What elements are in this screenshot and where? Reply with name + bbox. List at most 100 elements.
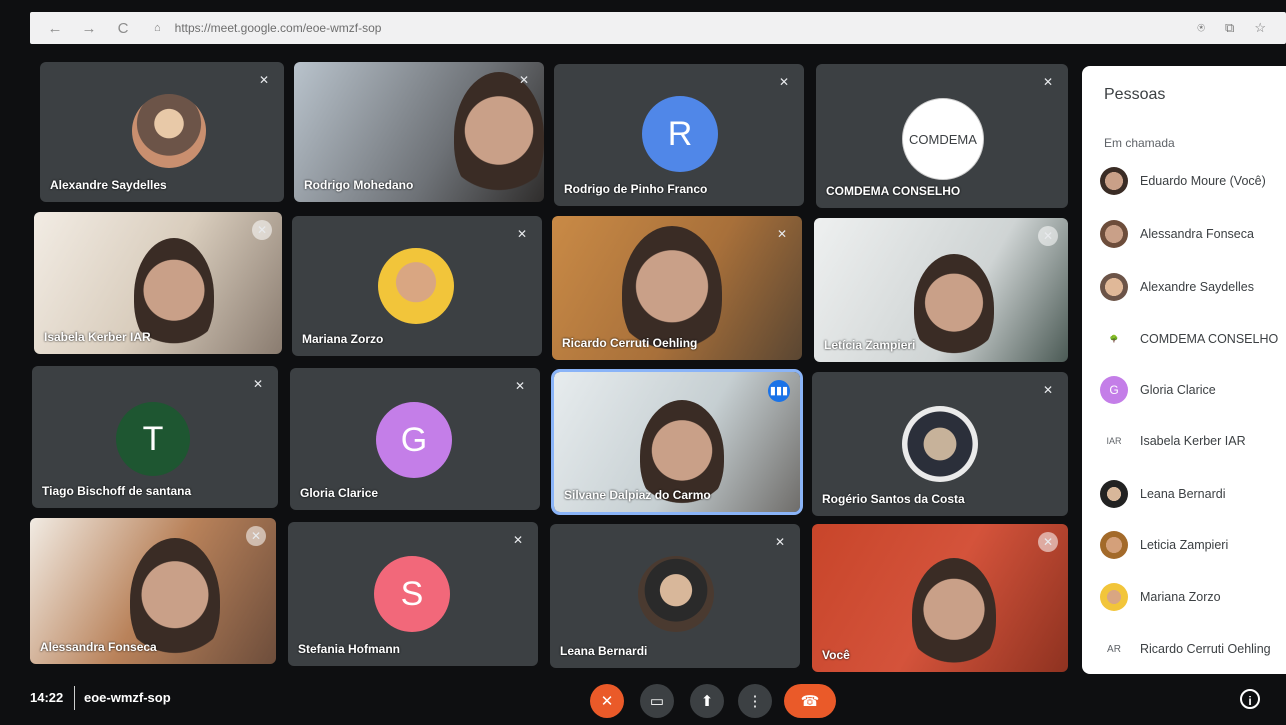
- self-view-tile[interactable]: ✕ Você: [812, 524, 1068, 672]
- participant-name: Gloria Clarice: [300, 486, 379, 500]
- participant-tile-speaking[interactable]: ▮▮▮ Silvane Dalpiaz do Carmo: [551, 369, 803, 515]
- mic-off-icon: ✕: [600, 693, 614, 710]
- person-avatar: [1100, 583, 1128, 611]
- self-video: [912, 558, 996, 672]
- person-name: Mariana Zorzo: [1140, 590, 1221, 604]
- people-list-item[interactable]: AR Ricardo Cerruti Oehling: [1100, 632, 1286, 666]
- present-screen-button[interactable]: ⬆: [690, 684, 724, 718]
- participant-tile[interactable]: ✕ Mariana Zorzo: [292, 216, 542, 356]
- meeting-code: eoe-wmzf-sop: [84, 690, 171, 705]
- person-avatar: [1100, 220, 1128, 248]
- person-name: Gloria Clarice: [1140, 383, 1216, 397]
- people-list-item[interactable]: Eduardo Moure (Você): [1100, 164, 1286, 198]
- participant-tile[interactable]: S ✕ Stefania Hofmann: [288, 522, 538, 666]
- mic-off-icon: ✕: [514, 379, 526, 393]
- participant-avatar: S: [374, 556, 450, 632]
- clock-time: 14:22: [30, 690, 64, 705]
- participant-name: Letícia Zampieri: [824, 338, 916, 352]
- participant-tile[interactable]: COMDEMA ✕ COMDEMA CONSELHO: [816, 64, 1068, 208]
- people-list-item[interactable]: Leana Bernardi: [1100, 477, 1286, 511]
- hang-up-icon: ☎: [800, 693, 820, 710]
- microphone-permission-icon[interactable]: ⍟: [1197, 20, 1205, 36]
- participant-tile[interactable]: T ✕ Tiago Bischoff de santana: [32, 366, 278, 508]
- participant-tile[interactable]: ✕ Letícia Zampieri: [814, 218, 1068, 362]
- mic-off-icon: ✕: [1038, 532, 1058, 552]
- forward-icon[interactable]: →: [80, 20, 98, 37]
- people-list-item[interactable]: Alessandra Fonseca: [1100, 217, 1286, 251]
- in-call-section-label: Em chamada: [1104, 136, 1175, 150]
- participant-tile[interactable]: ✕ Isabela Kerber IAR: [34, 212, 282, 354]
- people-list-item[interactable]: Alexandre Saydelles: [1100, 270, 1286, 304]
- url-text[interactable]: https://meet.google.com/eoe-wmzf-sop: [175, 21, 382, 35]
- participant-tile[interactable]: G ✕ Gloria Clarice: [290, 368, 540, 510]
- comdema-logo: COMDEMA: [902, 98, 984, 180]
- person-name: Alessandra Fonseca: [1140, 227, 1254, 241]
- more-options-button[interactable]: ⋮: [738, 684, 772, 718]
- person-avatar: [1100, 273, 1128, 301]
- address-bar[interactable]: ← → C ⌂ https://meet.google.com/eoe-wmzf…: [30, 12, 1286, 44]
- people-panel: Pessoas Em chamada Eduardo Moure (Você) …: [1082, 66, 1286, 674]
- mic-off-icon: ✕: [1042, 383, 1054, 397]
- more-vertical-icon: ⋮: [747, 693, 763, 710]
- mic-off-icon: ✕: [776, 227, 788, 241]
- participant-tile[interactable]: ✕ Leana Bernardi: [550, 524, 800, 668]
- participant-video: [454, 72, 544, 202]
- toggle-microphone-button[interactable]: ✕: [590, 684, 624, 718]
- person-avatar: [1100, 167, 1128, 195]
- mic-off-icon: ✕: [1038, 226, 1058, 246]
- reload-icon[interactable]: C: [114, 20, 132, 37]
- person-name: Leana Bernardi: [1140, 487, 1226, 501]
- meeting-control-bar: 14:22 eoe-wmzf-sop ✕ ▭ ⬆ ⋮ ☎ i: [0, 675, 1286, 725]
- participant-name: Rodrigo de Pinho Franco: [564, 182, 708, 196]
- meeting-details-info-icon[interactable]: i: [1240, 689, 1260, 709]
- participant-name: Rodrigo Mohedano: [304, 178, 414, 192]
- back-icon[interactable]: ←: [46, 20, 64, 37]
- favorites-star-icon[interactable]: ☆: [1254, 20, 1266, 36]
- mic-off-icon: ✕: [252, 377, 264, 391]
- ar-logo: AR: [1100, 635, 1128, 663]
- participant-name: COMDEMA CONSELHO: [826, 184, 961, 198]
- leave-call-button[interactable]: ☎: [784, 684, 836, 718]
- toggle-camera-button[interactable]: ▭: [640, 684, 674, 718]
- participant-name: Rogério Santos da Costa: [822, 492, 965, 506]
- people-list-item[interactable]: Leticia Zampieri: [1100, 528, 1286, 562]
- participant-video: [914, 254, 994, 362]
- lock-icon: ⌂: [154, 22, 161, 34]
- people-list-item[interactable]: Mariana Zorzo: [1100, 580, 1286, 614]
- participant-tile[interactable]: ✕ Alessandra Fonseca: [30, 518, 276, 664]
- participant-name: Você: [822, 648, 850, 662]
- person-name: Ricardo Cerruti Oehling: [1140, 642, 1271, 656]
- participant-photo: [132, 94, 206, 168]
- participant-name: Tiago Bischoff de santana: [42, 484, 192, 498]
- camera-icon: ▭: [649, 693, 665, 710]
- participant-tile[interactable]: ✕ Rodrigo Mohedano: [294, 62, 544, 202]
- participant-tile[interactable]: ✕ Alexandre Saydelles: [40, 62, 284, 202]
- participant-name: Mariana Zorzo: [302, 332, 384, 346]
- mic-off-icon: ✕: [246, 526, 266, 546]
- people-list-item[interactable]: G Gloria Clarice: [1100, 373, 1286, 407]
- participant-tile[interactable]: ✕ Rogério Santos da Costa: [812, 372, 1068, 516]
- people-panel-title: Pessoas: [1104, 86, 1166, 103]
- participant-photo: [378, 248, 454, 324]
- tab-icon[interactable]: ⧉: [1225, 20, 1234, 36]
- participant-grid: ✕ Alexandre Saydelles ✕ Rodrigo Mohedano…: [30, 60, 1072, 675]
- participant-photo: [902, 406, 978, 482]
- present-screen-icon: ⬆: [700, 693, 714, 710]
- mic-off-icon: ✕: [1042, 75, 1054, 89]
- participant-avatar: T: [116, 402, 190, 476]
- people-list-item[interactable]: 🌳 COMDEMA CONSELHO: [1100, 322, 1286, 356]
- people-list-item[interactable]: IAR Isabela Kerber IAR: [1100, 424, 1286, 458]
- participant-tile[interactable]: R ✕ Rodrigo de Pinho Franco: [554, 64, 804, 206]
- person-avatar: [1100, 480, 1128, 508]
- person-avatar: [1100, 531, 1128, 559]
- person-name: COMDEMA CONSELHO: [1140, 332, 1279, 346]
- participant-name: Leana Bernardi: [560, 644, 648, 658]
- mic-off-icon: ✕: [518, 73, 530, 87]
- person-name: Isabela Kerber IAR: [1140, 434, 1246, 448]
- participant-name: Ricardo Cerruti Oehling: [562, 336, 698, 350]
- iar-logo: IAR: [1100, 427, 1128, 455]
- participant-name: Alessandra Fonseca: [40, 640, 157, 654]
- mic-off-icon: ✕: [516, 227, 528, 241]
- participant-tile[interactable]: ✕ Ricardo Cerruti Oehling: [552, 216, 802, 360]
- browser-toolbar: ← → C ⌂ https://meet.google.com/eoe-wmzf…: [0, 0, 1286, 44]
